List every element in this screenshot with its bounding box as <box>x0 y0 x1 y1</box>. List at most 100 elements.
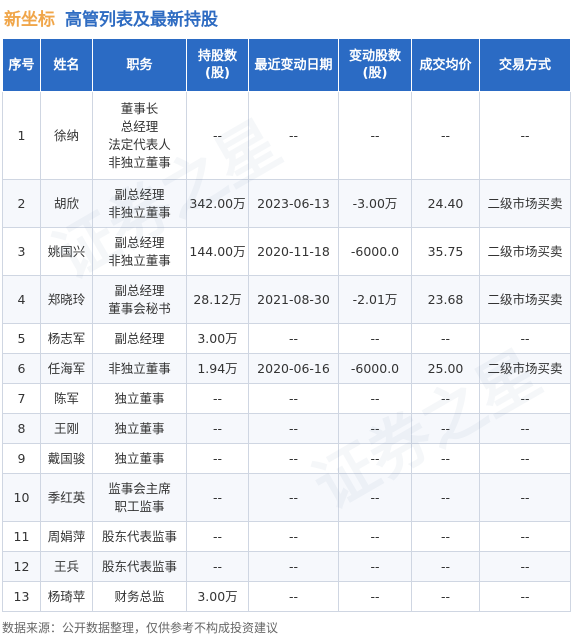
column-header-label: (股) <box>205 66 230 81</box>
change-shares-cell: -3.00万 <box>338 179 412 228</box>
position-cell: 副总经理 非独立董事 <box>92 179 187 228</box>
column-header: 持股数 (股) <box>186 38 249 92</box>
position-cell: 副总经理 非独立董事 <box>92 227 187 276</box>
table-header-row: 序号 姓名 职务 持股数 (股) 最近变动日期 变动股数 (股) 成交均价 交易方式 <box>2 38 571 92</box>
position-cell: 副总经理 董事会秘书 <box>92 275 187 324</box>
row-number-cell: 5 <box>2 323 41 354</box>
change-date-cell: 2020-06-16 <box>248 353 339 384</box>
table-row: 5 杨志军 副总经理 3.00万 -- -- -- -- <box>2 323 571 354</box>
company-name: 新坐标 <box>4 9 55 30</box>
change-date-cell: -- <box>248 323 339 354</box>
avg-price-cell: -- <box>411 581 480 612</box>
position-label: 职工监事 <box>114 498 165 514</box>
title-bar: 新坐标 高管列表及最新持股 <box>0 0 573 34</box>
name-cell: 胡欣 <box>40 179 93 228</box>
column-header-label: 变动股数 <box>348 49 401 64</box>
change-date-cell: 2023-06-13 <box>248 179 339 228</box>
name-cell: 杨琦苹 <box>40 581 93 612</box>
position-label: 非独立董事 <box>108 360 171 376</box>
position-label: 监事会主席 <box>108 480 171 496</box>
position-cell: 股东代表监事 <box>92 551 187 582</box>
table-row: 8 王刚 独立董事 -- -- -- -- -- <box>2 413 571 444</box>
shares-cell: 144.00万 <box>186 227 249 276</box>
column-header: 序号 <box>2 38 41 92</box>
trade-method-cell: -- <box>479 383 571 414</box>
trade-method-cell: -- <box>479 581 571 612</box>
name-cell: 徐纳 <box>40 91 93 180</box>
trade-method-cell: 二级市场买卖 <box>479 353 571 384</box>
table-row: 6 任海军 非独立董事 1.94万 2020-06-16 -6000.0 25.00 二级市场… <box>2 353 571 384</box>
table-row: 1 徐纳 董事长 总经理 法定代表人 非独立董事 -- -- -- -- -- <box>2 91 571 180</box>
change-shares-cell: -- <box>338 473 412 522</box>
table-row: 13 杨琦苹 财务总监 3.00万 -- -- -- -- <box>2 581 571 612</box>
position-label: 独立董事 <box>114 450 165 466</box>
position-label: 副总经理 <box>114 330 165 346</box>
change-shares-cell: -6000.0 <box>338 227 412 276</box>
name-cell: 郑晓玲 <box>40 275 93 324</box>
table-row: 4 郑晓玲 副总经理 董事会秘书 28.12万 2021-08-30 -2.01万 23.68… <box>2 275 571 324</box>
avg-price-cell: 25.00 <box>411 353 480 384</box>
table-row: 9 戴国骏 独立董事 -- -- -- -- -- <box>2 443 571 474</box>
column-header: 最近变动日期 <box>248 38 339 92</box>
change-date-cell: 2021-08-30 <box>248 275 339 324</box>
change-shares-cell: -- <box>338 323 412 354</box>
table-row: 3 姚国兴 副总经理 非独立董事 144.00万 2020-11-18 -6000.0 35.… <box>2 227 571 276</box>
column-header-label: 职务 <box>126 57 153 73</box>
avg-price-cell: 23.68 <box>411 275 480 324</box>
position-cell: 非独立董事 <box>92 353 187 384</box>
trade-method-cell: 二级市场买卖 <box>479 275 571 324</box>
row-number-cell: 13 <box>2 581 41 612</box>
column-header-label: 持股数 <box>197 49 237 64</box>
position-label: 独立董事 <box>114 390 165 406</box>
table-row: 11 周娟萍 股东代表监事 -- -- -- -- -- <box>2 521 571 552</box>
position-cell: 监事会主席 职工监事 <box>92 473 187 522</box>
executives-table: 序号 姓名 职务 持股数 (股) 最近变动日期 变动股数 (股) 成交均价 交易方式 1 徐纳 董事长… <box>2 38 571 612</box>
change-date-cell: -- <box>248 413 339 444</box>
shares-cell: -- <box>186 521 249 552</box>
column-header-label: (股) <box>362 66 388 81</box>
shares-cell: -- <box>186 473 249 522</box>
position-label: 非独立董事 <box>108 252 171 268</box>
name-cell: 杨志军 <box>40 323 93 354</box>
change-shares-cell: -- <box>338 443 412 474</box>
position-label: 法定代表人 <box>108 136 171 152</box>
position-cell: 董事长 总经理 法定代表人 非独立董事 <box>92 91 187 180</box>
shares-cell: -- <box>186 443 249 474</box>
change-date-cell: -- <box>248 473 339 522</box>
position-label: 副总经理 <box>114 282 165 298</box>
position-label: 董事长 <box>120 100 159 116</box>
change-date-cell: 2020-11-18 <box>248 227 339 276</box>
trade-method-cell: -- <box>479 551 571 582</box>
column-header: 变动股数 (股) <box>338 38 412 92</box>
avg-price-cell: -- <box>411 323 480 354</box>
shares-cell: 28.12万 <box>186 275 249 324</box>
change-date-cell: -- <box>248 581 339 612</box>
change-shares-cell: -- <box>338 383 412 414</box>
row-number-cell: 11 <box>2 521 41 552</box>
table-row: 10 季红英 监事会主席 职工监事 -- -- -- -- -- <box>2 473 571 522</box>
column-header-label: 姓名 <box>53 57 80 73</box>
change-shares-cell: -- <box>338 413 412 444</box>
trade-method-cell: -- <box>479 521 571 552</box>
change-shares-cell: -- <box>338 581 412 612</box>
table-row: 12 王兵 股东代表监事 -- -- -- -- -- <box>2 551 571 582</box>
trade-method-cell: -- <box>479 91 571 180</box>
column-header: 交易方式 <box>479 38 571 92</box>
change-date-cell: -- <box>248 521 339 552</box>
name-cell: 季红英 <box>40 473 93 522</box>
row-number-cell: 4 <box>2 275 41 324</box>
position-label: 非独立董事 <box>108 154 171 170</box>
shares-cell: 3.00万 <box>186 581 249 612</box>
name-cell: 陈军 <box>40 383 93 414</box>
name-cell: 任海军 <box>40 353 93 384</box>
column-header: 成交均价 <box>411 38 480 92</box>
row-number-cell: 8 <box>2 413 41 444</box>
row-number-cell: 6 <box>2 353 41 384</box>
position-label: 独立董事 <box>114 420 165 436</box>
change-date-cell: -- <box>248 443 339 474</box>
shares-cell: -- <box>186 91 249 180</box>
avg-price-cell: 35.75 <box>411 227 480 276</box>
avg-price-cell: -- <box>411 551 480 582</box>
position-label: 财务总监 <box>114 588 165 604</box>
avg-price-cell: -- <box>411 413 480 444</box>
